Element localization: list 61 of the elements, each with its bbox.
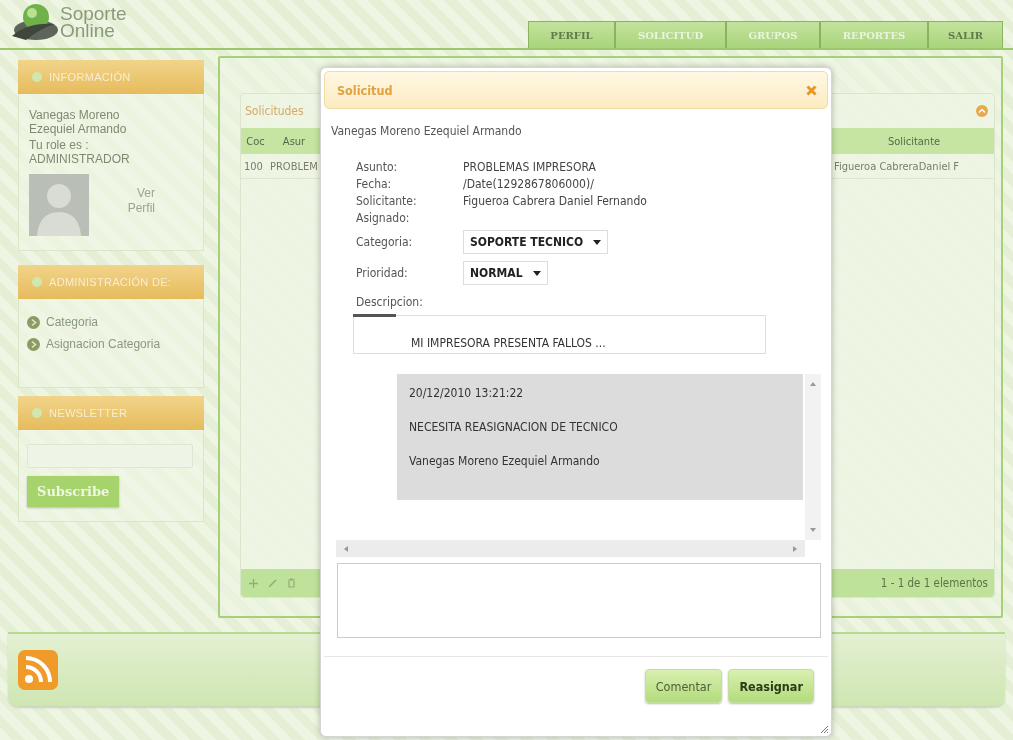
user-name: Vanegas Moreno Ezequiel Armando (29, 108, 128, 136)
field-value: PROBLEMAS IMPRESORA (463, 160, 596, 174)
panel-title: ADMINISTRACIÓN DE: (49, 276, 172, 288)
caret-icon (593, 239, 602, 245)
role-value: ADMINISTRADOR (29, 152, 131, 166)
column-header[interactable]: Coc (241, 134, 267, 148)
table-cell-text: Figueroa CabreraDaniel F (833, 159, 961, 173)
dot-icon (32, 72, 42, 82)
collapse-icon[interactable] (976, 105, 988, 117)
edit-icon[interactable] (268, 578, 277, 588)
admin-link[interactable]: Categoria (46, 315, 99, 329)
resize-grip-icon[interactable] (819, 724, 829, 734)
scroll-down-arrow-icon[interactable] (810, 528, 816, 532)
grid-title: Solicitudes (245, 104, 304, 118)
avatar-placeholder (29, 174, 89, 236)
dropdown[interactable]: SOPORTE TECNICO (463, 230, 609, 254)
field-value: Figueroa Cabrera Daniel Fernando (463, 194, 647, 208)
field-label: Categoria: (356, 235, 413, 249)
field-label: Solicitante: (356, 194, 417, 208)
subscribe-button[interactable]: Subscribe (27, 476, 120, 507)
field-label: Fecha: (356, 177, 392, 191)
dot-icon (32, 408, 42, 418)
nav-tab[interactable]: SALIR (928, 21, 1003, 48)
add-icon[interactable] (249, 578, 258, 588)
comment-date: 20/12/2010 13:21:22 (409, 386, 525, 400)
vertical-scrollbar[interactable] (805, 374, 821, 540)
user-name: Vanegas Moreno Ezequiel Armando (330, 123, 523, 138)
logo-text: Soporte (60, 5, 127, 22)
rss-icon[interactable] (18, 650, 58, 690)
scroll-right-arrow-icon[interactable] (793, 545, 797, 552)
comment-author: Vanegas Moreno Ezequiel Armando (409, 454, 601, 468)
comment-button[interactable]: Comentar (644, 669, 723, 703)
column-header[interactable]: Asur (267, 134, 318, 148)
scroll-left-arrow-icon[interactable] (344, 545, 348, 552)
field-label: Prioridad: (356, 266, 408, 280)
field-label: Asunto: (356, 160, 398, 174)
role-label: Tu role es : (29, 138, 90, 152)
column-header[interactable]: Solicitante (831, 134, 994, 148)
table-cell-text: 100 (243, 159, 264, 173)
caret-icon (532, 270, 541, 276)
comment-text: NECESITA REASIGNACION DE TECNICO (409, 420, 619, 434)
field-label: Descripcion: (355, 294, 424, 309)
reassign-button[interactable]: Reasignar (728, 669, 814, 703)
delete-icon[interactable] (287, 578, 296, 588)
panel-title: INFORMACIÓN (49, 71, 131, 83)
description-text: MI IMPRESORA PRESENTA FALLOS ... (411, 336, 606, 350)
comment-input[interactable] (337, 563, 821, 638)
horizontal-scrollbar[interactable] (336, 540, 805, 557)
scroll-up-arrow-icon[interactable] (810, 382, 816, 386)
table-cell-text: PROBLEM (269, 159, 318, 173)
dialog-title: Solicitud (337, 82, 393, 98)
pager-text: 1 - 1 de 1 elementos (880, 576, 988, 590)
field-label: Asignado: (356, 211, 410, 225)
dot-icon (32, 277, 42, 287)
field-value: /Date(1292867806000)/ (463, 177, 594, 191)
profile-link[interactable]: Ver Perfil (115, 186, 155, 216)
panel-title: NEWSLETTER (49, 407, 128, 419)
nav-tab[interactable]: PERFIL (528, 21, 615, 48)
dropdown[interactable]: NORMAL (463, 261, 548, 285)
admin-link[interactable]: Asignacion Categoria (46, 337, 161, 351)
close-icon[interactable] (806, 84, 817, 96)
